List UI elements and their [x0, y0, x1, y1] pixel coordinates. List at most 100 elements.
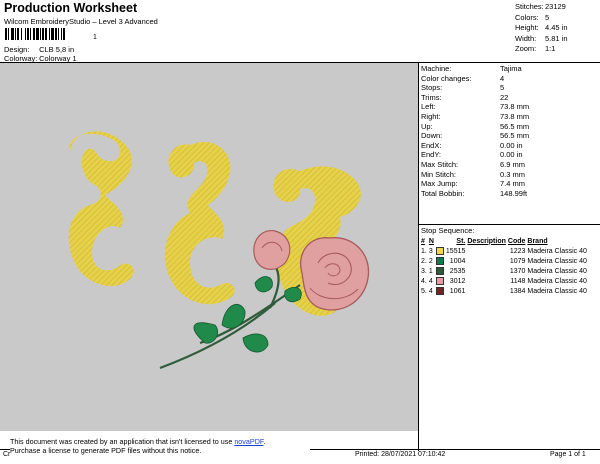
sequence-divider [419, 224, 600, 225]
info-value: 73.8 mm [500, 111, 530, 121]
total-bobbin-row: Total Bobbin: 148.99ft [421, 189, 529, 199]
brand-cell: Madeira Classic 40 [527, 247, 587, 255]
stat-label: Zoom: [515, 44, 537, 54]
brand-cell: Madeira Classic 40 [527, 277, 587, 285]
info-label: Color changes: [421, 73, 472, 83]
info-label: Down: [421, 131, 443, 141]
swatch-cell [435, 276, 446, 286]
description-cell [467, 256, 508, 266]
col-brand: Brand [527, 237, 548, 245]
color-swatch [435, 257, 444, 265]
num-cell: 1. [421, 247, 427, 255]
col-st: St. [456, 237, 466, 245]
n-cell: 3 [428, 247, 433, 255]
rose-bloom [300, 237, 370, 311]
machine-row: Machine: Tajima [421, 64, 529, 74]
description-cell [467, 246, 508, 256]
info-value: 0.00 in [500, 140, 523, 150]
printed-timestamp: Printed: 28/07/2021 07:10:42 [355, 451, 446, 458]
info-value: Tajima [500, 64, 522, 73]
info-value: 56.5 mm [500, 121, 530, 131]
trims-row: Trims: 22 [421, 93, 529, 103]
info-value: 4 [500, 73, 505, 83]
machine-info-panel: Machine: Tajima Color changes: 4 Stops: 5 T… [421, 64, 529, 198]
license-text-end: . [263, 437, 266, 446]
license-line-1: This document was created by an applicat… [10, 437, 310, 446]
info-label: Stops: [421, 83, 443, 93]
description-cell [467, 276, 508, 286]
stat-height: Height: 4.45 in [515, 23, 568, 34]
code-cell: 1079 [509, 257, 526, 265]
stat-width: Width: 5.81 in [515, 34, 568, 45]
info-value: 0.3 mm [500, 169, 526, 179]
code-cell: 1223 [509, 247, 526, 255]
num-cell: 4. [421, 277, 427, 285]
st-cell: 1061 [449, 287, 466, 295]
num-cell: 2. [421, 257, 427, 265]
rose-bud [253, 230, 291, 270]
info-value: 0.00 in [500, 150, 523, 160]
stat-label: Height: [515, 23, 539, 33]
license-text: This document was created by an applicat… [10, 437, 235, 446]
stat-colors: Colors: 5 [515, 13, 568, 24]
code-cell: 1370 [509, 267, 526, 275]
col-description: Description [467, 237, 506, 245]
license-notice: This document was created by an applicat… [10, 437, 310, 455]
info-value: 56.5 mm [500, 131, 530, 141]
info-value: 73.8 mm [500, 102, 530, 112]
info-value: 6.9 mm [500, 159, 526, 169]
color-changes-row: Color changes: 4 [421, 74, 529, 84]
info-label: EndX: [421, 140, 442, 150]
left-row: Left: 73.8 mm [421, 102, 529, 112]
st-cell: 2535 [449, 267, 466, 275]
barcode-bar [65, 28, 66, 40]
color-swatch [435, 277, 444, 285]
design-label: Design: [4, 45, 30, 54]
stat-value: 5 [545, 12, 550, 22]
endx-row: EndX: 0.00 in [421, 141, 529, 151]
info-label: Max Stitch: [421, 159, 459, 169]
design-value: CLB 5,8 in [39, 45, 75, 54]
stat-value: 5.81 in [545, 33, 568, 43]
stat-value: 23129 [545, 2, 566, 11]
panel-divider [418, 63, 419, 451]
brand-cell: Madeira Classic 40 [527, 267, 587, 275]
page-number: Page 1 of 1 [550, 451, 586, 458]
info-value: 22 [500, 92, 509, 102]
n-cell: 4 [428, 277, 433, 285]
info-label: Left: [421, 102, 436, 112]
color-swatch [435, 267, 444, 275]
code-cell: 1148 [510, 277, 526, 285]
novapdf-link[interactable]: novaPDF [234, 437, 263, 446]
table-header-row: # N St. Description Code Brand [421, 236, 589, 246]
swatch-cell [435, 286, 446, 296]
n-cell: 1 [428, 267, 433, 275]
letter-l [164, 142, 235, 305]
up-row: Up: 56.5 mm [421, 122, 529, 132]
num-cell: 3. [421, 267, 427, 275]
brand-cell: Madeira Classic 40 [527, 287, 587, 295]
stat-value: 1:1 [545, 44, 556, 54]
min-stitch-row: Min Stitch: 0.3 mm [421, 170, 529, 180]
info-label: Total Bobbin: [421, 188, 465, 198]
barcode [5, 28, 100, 40]
software-subtitle: Wilcom EmbroideryStudio – Level 3 Advanc… [4, 17, 158, 26]
st-cell: 15515 [445, 247, 466, 255]
swatch-cell [435, 266, 446, 276]
col-swatch [436, 236, 446, 246]
table-row: 5. 4 1061 1384 Madeira Classic 40 [421, 286, 589, 296]
info-label: Machine: [421, 64, 452, 73]
swatch-cell [435, 256, 446, 266]
info-label: Up: [421, 121, 433, 131]
code-cell: 1384 [509, 287, 526, 295]
info-label: Trims: [421, 92, 442, 102]
page-title: Production Worksheet [4, 1, 138, 15]
stat-label: Colors: [515, 12, 539, 22]
max-stitch-row: Max Stitch: 6.9 mm [421, 160, 529, 170]
info-value: 148.99ft [500, 188, 528, 198]
endy-row: EndY: 0.00 in [421, 150, 529, 160]
embroidery-design-graphic [68, 131, 370, 370]
table-row: 3. 1 2535 1370 Madeira Classic 40 [421, 266, 589, 276]
swatch-cell [435, 246, 446, 256]
col-code: Code [507, 237, 526, 245]
